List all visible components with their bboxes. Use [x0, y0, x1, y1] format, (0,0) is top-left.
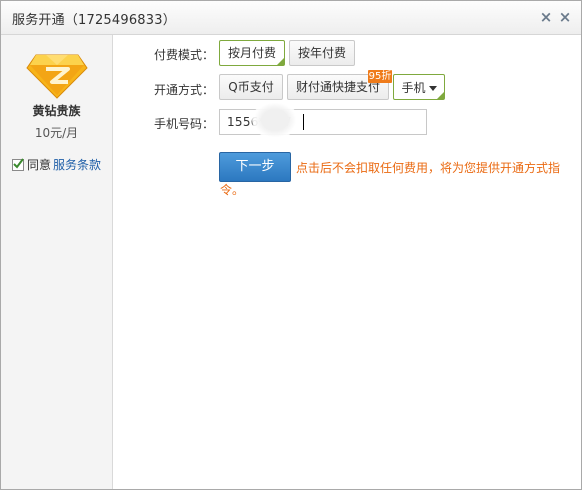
phone-number-input[interactable]: 1556****7 — [219, 109, 427, 135]
close-icon[interactable]: × — [557, 8, 573, 26]
yellow-diamond-icon — [26, 51, 88, 99]
agree-checkbox[interactable] — [12, 158, 24, 171]
minimize-icon[interactable]: × — [538, 8, 554, 26]
privacy-blur-mask — [252, 101, 298, 139]
mobile-payment-dropdown[interactable]: 手机 — [393, 74, 445, 100]
terms-link[interactable]: 服务条款 — [53, 158, 101, 172]
payment-method-label: 开通方式： — [154, 83, 215, 97]
title-bar: 服务开通（1725496833） × × — [1, 1, 581, 35]
product-sidebar: 黄钻贵族 10元/月 同意 服务条款 — [1, 35, 113, 489]
checkmark-icon — [13, 158, 24, 169]
payment-mode-label: 付费模式： — [154, 48, 215, 62]
phone-label: 手机号码： — [154, 117, 215, 131]
agree-label: 同意 — [27, 158, 52, 172]
notice-text: 点击后不会扣取任何费用，将为您提供开通方式指令。 — [220, 161, 561, 197]
monthly-payment-option[interactable]: 按月付费 — [219, 40, 285, 66]
mobile-payment-label: 手机 — [401, 81, 426, 95]
agreement-row: 同意 服务条款 — [12, 156, 101, 173]
qcoin-payment-option[interactable]: Q币支付 — [219, 74, 283, 100]
text-cursor — [303, 114, 304, 130]
service-dialog: 服务开通（1725496833） × × 黄钻贵族 10元/月 同意 服务条款 付… — [0, 0, 582, 490]
dialog-title: 服务开通（1725496833） — [12, 13, 176, 28]
caret-down-icon — [428, 75, 437, 99]
product-name: 黄钻贵族 — [32, 104, 81, 118]
product-price: 10元/月 — [34, 126, 79, 140]
yearly-payment-option[interactable]: 按年付费 — [289, 40, 355, 66]
discount-badge: 95折 — [368, 70, 392, 83]
